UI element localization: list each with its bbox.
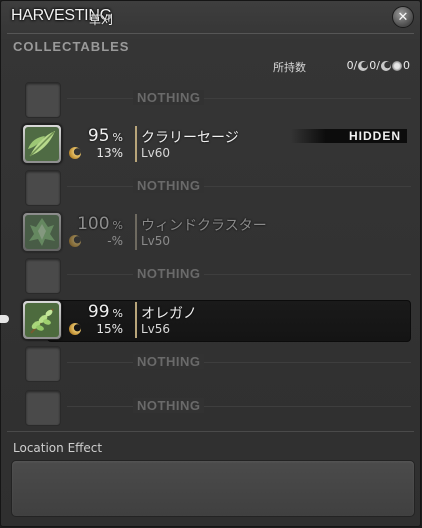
hq-chance: 15% xyxy=(96,322,123,336)
hq-chance: 13% xyxy=(96,146,123,160)
gather-chance: 99% xyxy=(87,302,123,322)
header-divider xyxy=(7,33,414,34)
location-divider xyxy=(7,431,414,432)
nothing-label: NOTHING xyxy=(133,178,205,193)
empty-line xyxy=(67,406,411,407)
gather-slot-empty: NOTHING xyxy=(11,255,411,299)
gather-slot-empty: NOTHING xyxy=(11,387,411,431)
oregano-sprig-icon xyxy=(22,300,62,340)
item-name: クラリーセージ xyxy=(141,130,239,146)
inventory-count-a: 0/ xyxy=(346,59,358,72)
harvesting-window: HARVESTING 草刈 ✕ COLLECTABLES 所持数 0/ 0/ 0… xyxy=(0,0,421,527)
gather-chance: 95% xyxy=(87,126,123,146)
title-bar[interactable]: HARVESTING 草刈 ✕ xyxy=(1,1,420,35)
nothing-label: NOTHING xyxy=(133,266,205,281)
item-name: オレガノ xyxy=(141,306,197,322)
collectability-icon xyxy=(69,235,81,247)
gather-slot-item[interactable]: 95% 13% クラリーセージ Lv60 HIDDEN xyxy=(11,123,411,167)
close-button[interactable]: ✕ xyxy=(392,6,414,28)
divider-bar xyxy=(135,214,137,250)
close-icon: ✕ xyxy=(397,9,409,25)
gather-slot-empty: NOTHING xyxy=(11,79,411,123)
section-label: COLLECTABLES xyxy=(13,39,130,54)
collectability-icon xyxy=(69,323,81,335)
empty-slot-icon xyxy=(25,170,61,206)
divider-bar xyxy=(135,302,137,338)
inventory-count-c: 0 xyxy=(403,59,410,72)
window-subtitle: 草刈 xyxy=(89,13,114,27)
hq-chance: -% xyxy=(107,234,123,248)
item-level: Lv50 xyxy=(141,234,171,248)
divider-bar xyxy=(135,126,137,162)
collectability-icon xyxy=(69,147,81,159)
empty-line xyxy=(67,362,411,363)
collectability-icon xyxy=(358,60,369,71)
location-effect-box xyxy=(11,460,415,517)
gather-chance: 100% xyxy=(77,214,123,234)
nothing-label: NOTHING xyxy=(133,90,205,105)
gather-slot-empty: NOTHING xyxy=(11,343,411,387)
nothing-label: NOTHING xyxy=(133,354,205,369)
scrip-icon xyxy=(392,60,402,71)
inventory-count-b: 0/ xyxy=(369,59,380,72)
item-name: ウィンドクラスター xyxy=(141,218,267,234)
gather-slot-item-selected[interactable]: 99% 15% オレガノ Lv56 xyxy=(0,299,411,343)
item-level: Lv60 xyxy=(141,146,171,160)
inventory-counts: 0/ 0/ 0 xyxy=(347,59,410,72)
empty-slot-icon xyxy=(25,258,61,294)
empty-line xyxy=(67,274,411,275)
gather-slot-item[interactable]: 100% -% ウィンドクラスター Lv50 xyxy=(11,211,411,255)
inventory-label: 所持数 xyxy=(273,61,306,74)
location-effect-label: Location Effect xyxy=(13,441,103,455)
empty-slot-icon xyxy=(25,82,61,118)
pointer-icon xyxy=(0,315,9,323)
empty-line xyxy=(67,186,411,187)
empty-line xyxy=(67,98,411,99)
collectability-icon xyxy=(381,60,391,71)
empty-slot-icon xyxy=(25,346,61,382)
hidden-badge: HIDDEN xyxy=(291,129,407,143)
nothing-label: NOTHING xyxy=(133,398,205,413)
item-level: Lv56 xyxy=(141,322,171,336)
sage-leaf-icon xyxy=(22,124,62,164)
gather-slot-empty: NOTHING xyxy=(11,167,411,211)
empty-slot-icon xyxy=(25,390,61,426)
wind-cluster-icon xyxy=(22,212,62,252)
